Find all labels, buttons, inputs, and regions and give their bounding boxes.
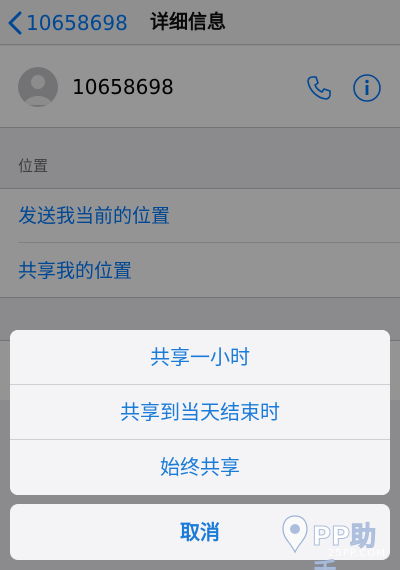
watermark-site: 25PP.COM [328,548,386,559]
watermark-brand: PP助手 [312,522,377,570]
pp-assistant-watermark: PP助手 25PP.COM [280,510,395,570]
share-until-end-of-day-option[interactable]: 共享到当天结束时 [10,385,390,440]
action-sheet: 共享一小时 共享到当天结束时 始终共享 [10,330,390,495]
pp-logo-icon [282,515,308,554]
share-indefinitely-option[interactable]: 始终共享 [10,440,390,495]
screen: 10658698 详细信息 10658698 位置 发送我当前的位置 共享我的位… [0,0,400,570]
share-one-hour-option[interactable]: 共享一小时 [10,330,390,385]
